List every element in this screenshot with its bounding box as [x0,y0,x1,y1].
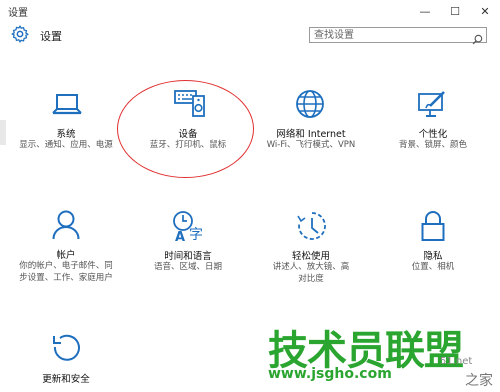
tile-time-language-label: 时间和语言 [164,251,212,262]
tile-privacy-label: 隐私 [423,251,443,262]
tile-ease-of-access-label: 轻松使用 [291,251,330,262]
tile-devices[interactable]: 设备 蓝牙、打印机、鼠标 [138,88,238,158]
maximize-button[interactable]: ☐ [440,0,470,22]
tile-network[interactable]: 网络和 Internet Wi-Fi、飞行模式、VPN [258,88,364,158]
tile-update-security[interactable]: 更新和安全 [16,333,116,389]
title-bar: 设置 — ☐ ✕ [0,0,500,22]
left-edge-strip [0,120,6,145]
tile-ease-of-access-desc: 讲述人、放大镜、高对比度 [272,262,350,284]
ease-of-access-icon [296,210,328,246]
tile-privacy-desc: 位置、相机 [411,262,455,272]
page-title: 设置 [40,30,62,43]
tile-network-label: 网络和 Internet [276,129,346,140]
search-input[interactable] [314,28,464,42]
close-button[interactable]: ✕ [470,0,500,22]
tile-personalization-desc: 背景、锁屏、颜色 [398,140,467,150]
laptop-icon [52,91,82,123]
tile-time-language-desc: 语音、区域、日期 [153,262,222,272]
tile-network-desc: Wi-Fi、飞行模式、VPN [266,140,356,150]
lock-icon [421,210,445,246]
tile-ease-of-access[interactable]: 轻松使用 讲述人、放大镜、高对比度 [261,210,361,300]
globe-icon [295,89,325,123]
tile-personalization[interactable]: 个性化 背景、锁屏、颜色 [383,88,483,158]
watermark-suffix2: 之家 [465,373,493,389]
tile-devices-label: 设备 [178,129,198,140]
search-box[interactable] [309,27,487,45]
tile-system[interactable]: 系统 显示、通知、应用、电源 [15,88,117,168]
update-icon [51,333,81,367]
watermark-suffix1: 51.net [440,356,473,367]
svg-text:字: 字 [189,227,203,242]
personalize-icon [418,90,448,122]
watermark-url: www.jsgho.com [268,366,392,382]
tile-time-language[interactable]: A 字 时间和语言 语音、区域、日期 [138,210,238,280]
user-icon [52,210,80,244]
tile-personalization-label: 个性化 [418,129,448,140]
tile-accounts-label: 帐户 [56,250,76,261]
minimize-button[interactable]: — [410,0,440,22]
search-icon[interactable] [472,30,483,49]
devices-icon [174,88,206,122]
tile-system-desc: 显示、通知、应用、电源 [19,140,113,150]
tile-accounts-desc: 你的帐户、电子邮件、同步设置、工作、家庭用户 [19,261,113,283]
tile-update-security-label: 更新和安全 [42,374,90,385]
tile-accounts[interactable]: 帐户 你的帐户、电子邮件、同步设置、工作、家庭用户 [16,210,116,300]
tile-system-label: 系统 [56,129,76,140]
window-title: 设置 [8,8,28,19]
tile-privacy[interactable]: 隐私 位置、相机 [383,210,483,280]
gear-icon [10,24,30,48]
tile-devices-desc: 蓝牙、打印机、鼠标 [149,140,227,150]
svg-text:A: A [175,230,185,242]
time-language-icon: A 字 [172,210,206,246]
